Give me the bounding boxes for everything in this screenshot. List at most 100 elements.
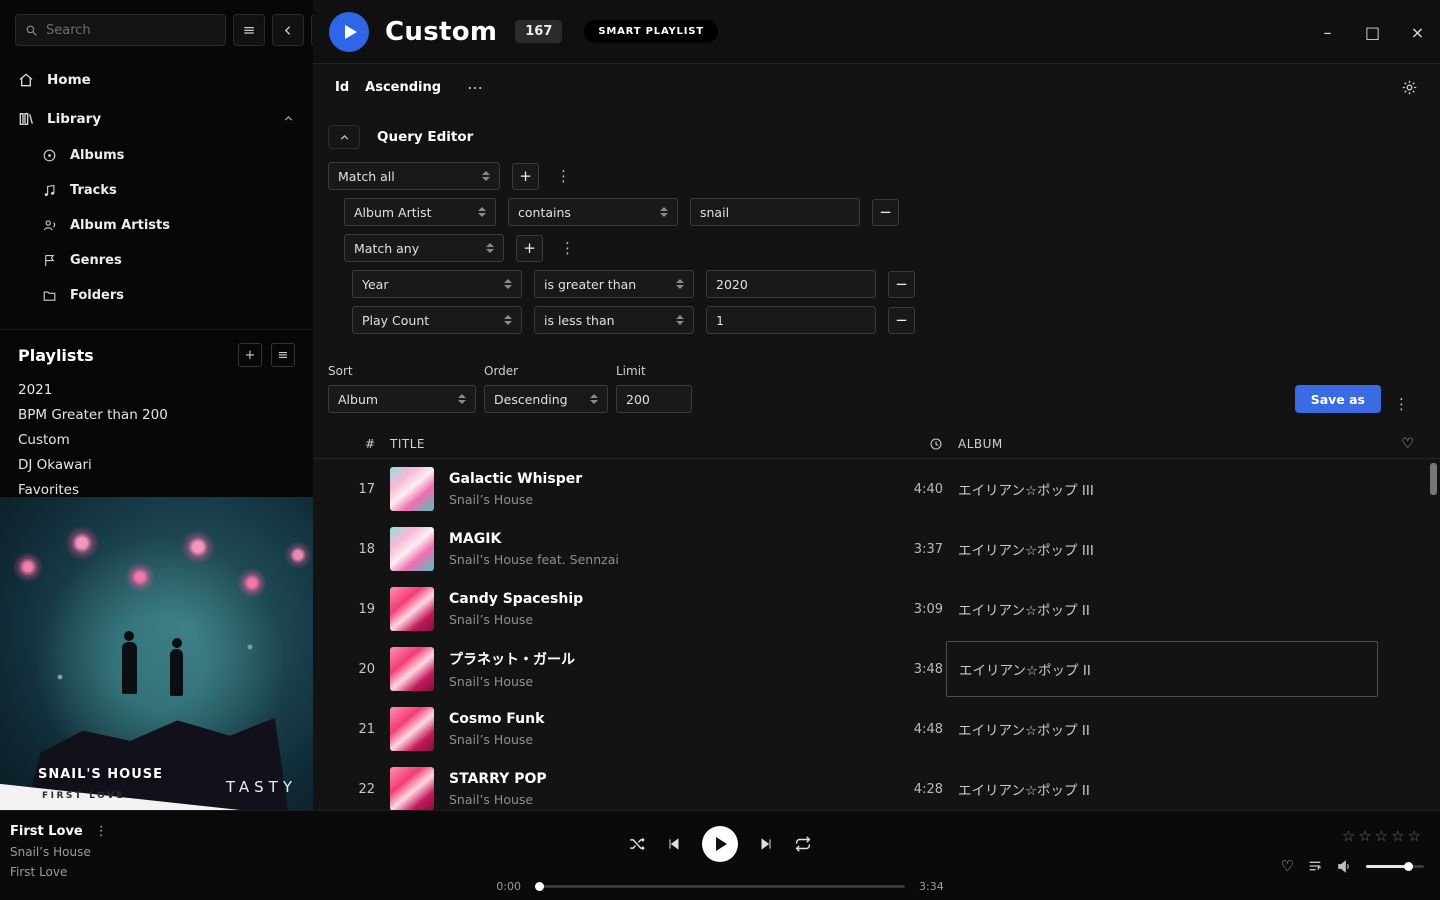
limit-input[interactable]: [616, 385, 692, 413]
rule-field-select[interactable]: Play Count: [352, 306, 522, 334]
progress-bar[interactable]: [535, 885, 905, 888]
add-playlist-button[interactable]: +: [238, 343, 262, 367]
search-input[interactable]: [46, 23, 216, 38]
sort-select[interactable]: Album: [328, 385, 476, 413]
star-icon[interactable]: ☆: [1408, 827, 1424, 845]
sidebar-item-genres[interactable]: Genres: [0, 243, 313, 278]
sidebar-item-tracks[interactable]: Tracks: [0, 173, 313, 208]
volume-slider[interactable]: [1366, 865, 1424, 868]
rule-operator-select[interactable]: is less than: [534, 306, 694, 334]
track-number: 21: [339, 722, 375, 737]
column-album[interactable]: ALBUM: [958, 437, 1378, 451]
next-button[interactable]: [758, 836, 774, 852]
sort-direction-control[interactable]: Ascending: [365, 80, 441, 95]
rule-value-input[interactable]: [706, 270, 876, 298]
heart-icon: ♡: [1281, 857, 1294, 875]
track-artist: Snail’s House: [449, 492, 844, 507]
back-button[interactable]: [272, 14, 304, 46]
track-number: 18: [339, 542, 375, 557]
sidebar-item-home[interactable]: Home: [0, 60, 313, 99]
star-icon[interactable]: ☆: [1358, 827, 1374, 845]
shuffle-button[interactable]: [628, 835, 646, 853]
collapse-query-editor-button[interactable]: [328, 125, 360, 149]
close-button[interactable]: ×: [1395, 0, 1440, 64]
now-playing-options-button[interactable]: ⋮: [95, 824, 108, 839]
skip-back-icon: [666, 836, 682, 852]
play-icon: [716, 837, 727, 851]
volume-knob[interactable]: [1404, 862, 1413, 871]
table-row[interactable]: 18 MAGIK Snail’s House feat. Sennzai 3:3…: [313, 519, 1440, 579]
play-playlist-button[interactable]: [329, 12, 369, 52]
remove-rule-button[interactable]: −: [888, 307, 915, 334]
rating-stars[interactable]: ☆☆☆☆☆: [1342, 827, 1424, 845]
remove-rule-button[interactable]: −: [872, 199, 899, 226]
rule-operator-select[interactable]: contains: [508, 198, 678, 226]
match-mode-select[interactable]: Match all: [328, 162, 500, 190]
progress-knob[interactable]: [535, 882, 544, 891]
plus-icon: +: [245, 348, 256, 363]
sidebar-item-folders[interactable]: Folders: [0, 278, 313, 313]
previous-button[interactable]: [666, 836, 682, 852]
rule-operator-select[interactable]: is greater than: [534, 270, 694, 298]
playlist-list-options-button[interactable]: ≡: [271, 343, 295, 367]
table-row[interactable]: 17 Galactic Whisper Snail’s House 4:40 エ…: [313, 459, 1440, 519]
settings-button[interactable]: [1401, 79, 1418, 96]
star-icon[interactable]: ☆: [1342, 827, 1358, 845]
rule-value-input[interactable]: [706, 306, 876, 334]
track-artist: Snail’s House: [449, 732, 844, 747]
sidebar-item-albums[interactable]: Albums: [0, 138, 313, 173]
column-title[interactable]: TITLE: [390, 437, 844, 451]
table-row[interactable]: 22 STARRY POP Snail’s House 4:28 エイリアン☆ポ…: [313, 759, 1440, 810]
clock-icon: [929, 437, 943, 451]
sort-field-group: Sort Album: [328, 364, 476, 413]
table-row[interactable]: 21 Cosmo Funk Snail’s House 4:48 エイリアン☆ポ…: [313, 699, 1440, 759]
rule-operator-value: contains: [518, 205, 571, 220]
group-options-button[interactable]: ⋮: [551, 167, 576, 185]
remove-rule-button[interactable]: −: [888, 271, 915, 298]
add-rule-button[interactable]: +: [512, 163, 539, 190]
dropdown-caret-icon: [590, 394, 598, 404]
add-rule-button[interactable]: +: [516, 235, 543, 262]
playlist-item[interactable]: 2021: [18, 377, 295, 402]
sidebar-item-album-artists[interactable]: Album Artists: [0, 208, 313, 243]
column-number[interactable]: #: [339, 437, 375, 451]
match-mode-select[interactable]: Match any: [344, 234, 504, 262]
now-playing-artwork[interactable]: SNAIL'S HOUSE FIRST LOVE TASTY: [0, 497, 313, 810]
search-box[interactable]: [15, 14, 226, 46]
dropdown-caret-icon: [458, 394, 466, 404]
table-row[interactable]: 20 プラネット・ガール Snail’s House 3:48 エイリアン☆ポッ…: [313, 639, 1440, 699]
queue-button[interactable]: [1307, 858, 1323, 874]
maximize-button[interactable]: □: [1350, 0, 1395, 64]
favorite-button[interactable]: ♡: [1281, 857, 1294, 875]
minimize-button[interactable]: –: [1305, 0, 1350, 64]
save-options-button[interactable]: ⋮: [1389, 395, 1414, 413]
order-select[interactable]: Descending: [484, 385, 608, 413]
column-duration[interactable]: [929, 437, 943, 451]
group-options-button[interactable]: ⋮: [555, 239, 580, 257]
more-options-button[interactable]: ⋯: [467, 78, 483, 97]
menu-button[interactable]: ≡: [233, 14, 265, 46]
track-title: プラネット・ガール: [449, 649, 844, 669]
rule-field-select[interactable]: Album Artist: [344, 198, 496, 226]
sort-field-control[interactable]: Id: [335, 80, 349, 95]
save-as-button[interactable]: Save as: [1295, 385, 1381, 413]
playlist-item[interactable]: Custom: [18, 427, 295, 452]
scrollbar-thumb[interactable]: [1430, 463, 1437, 495]
playlist-item[interactable]: DJ Okawari: [18, 452, 295, 477]
genres-icon: [42, 253, 57, 268]
sidebar-item-library[interactable]: Library: [0, 99, 313, 138]
playlists-section: Playlists + ≡ 2021BPM Greater than 200Cu…: [0, 329, 313, 502]
column-favorite[interactable]: ♡: [1401, 436, 1414, 452]
playlist-item[interactable]: BPM Greater than 200: [18, 402, 295, 427]
album-art-thumbnail: [390, 767, 434, 810]
play-pause-button[interactable]: [702, 826, 738, 862]
repeat-button[interactable]: [794, 835, 812, 853]
list-icon: ≡: [278, 348, 289, 363]
table-row[interactable]: 19 Candy Spaceship Snail’s House 3:09 エイ…: [313, 579, 1440, 639]
artwork-title-text: FIRST LOVE: [42, 791, 125, 801]
star-icon[interactable]: ☆: [1391, 827, 1407, 845]
star-icon[interactable]: ☆: [1375, 827, 1391, 845]
rule-field-select[interactable]: Year: [352, 270, 522, 298]
volume-button[interactable]: [1336, 858, 1353, 875]
rule-value-input[interactable]: [690, 198, 860, 226]
